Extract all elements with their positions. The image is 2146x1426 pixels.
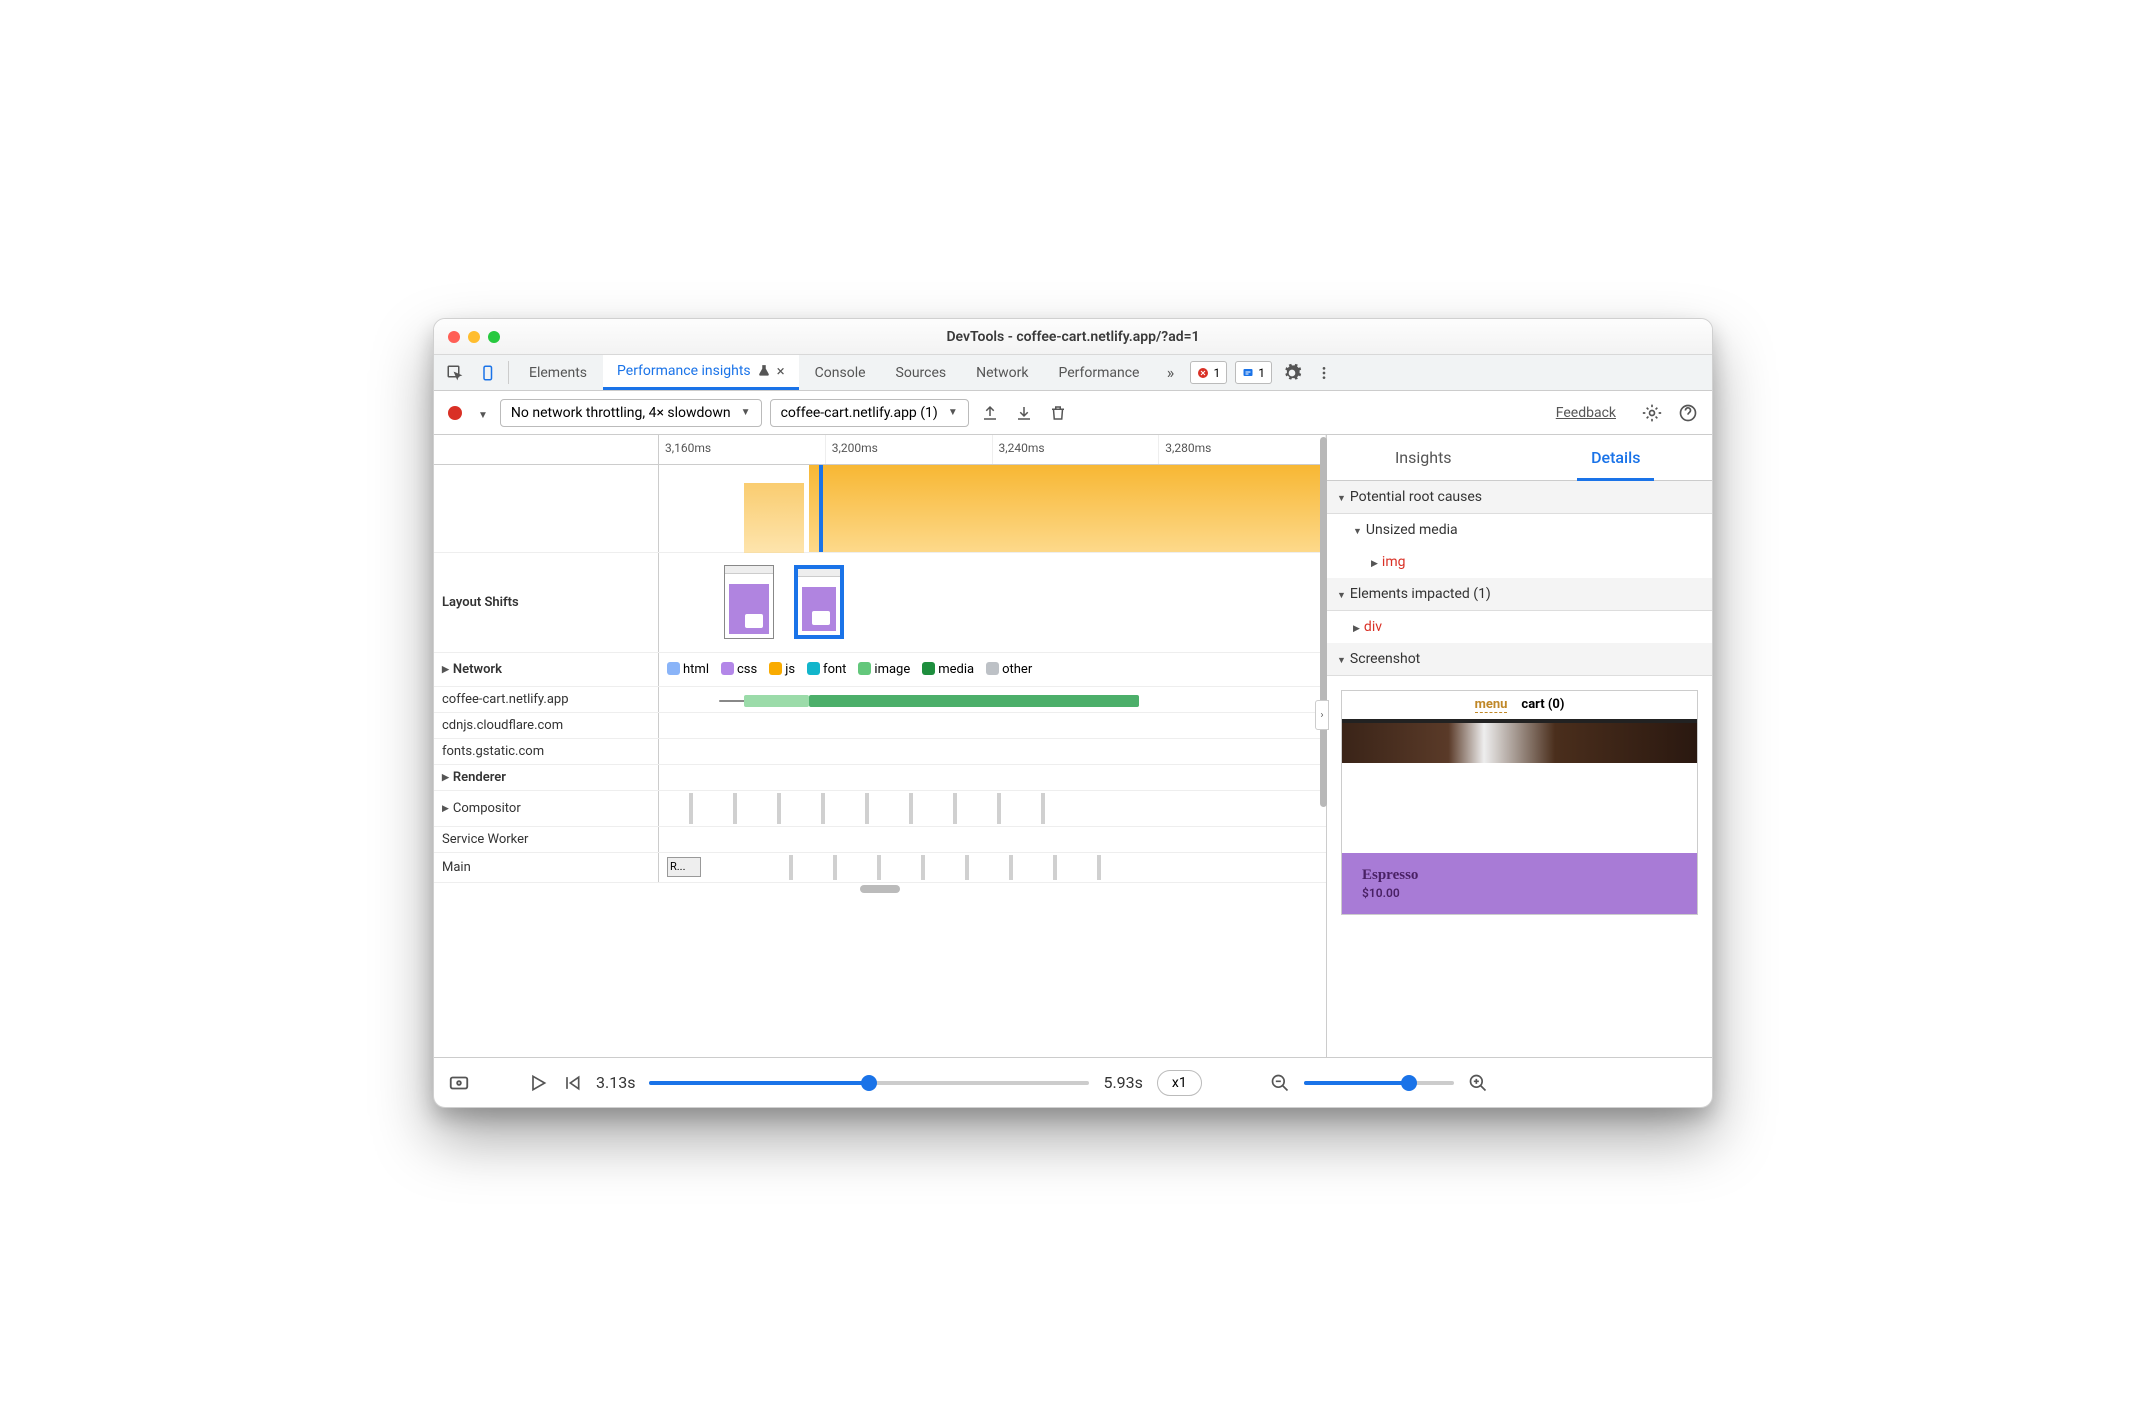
insights-toolbar: ▼ No network throttling, 4× slowdown▼ co… — [434, 391, 1712, 435]
record-button[interactable] — [448, 406, 462, 420]
compositor-row: ▶Compositor — [434, 791, 1326, 827]
window-title: DevTools - coffee-cart.netlify.app/?ad=1 — [434, 329, 1712, 345]
net-request[interactable] — [744, 695, 809, 707]
playback-slider[interactable] — [649, 1081, 1089, 1085]
record-options-dropdown[interactable]: ▼ — [474, 399, 492, 426]
site-dropdown[interactable]: coffee-cart.netlify.app (1)▼ — [770, 399, 969, 427]
help-icon[interactable] — [1674, 399, 1702, 427]
layout-shift-thumb[interactable] — [724, 565, 774, 639]
tab-network[interactable]: Network — [962, 355, 1042, 390]
section-screenshot[interactable]: ▼Screenshot — [1327, 643, 1712, 676]
zoom-slider[interactable] — [1304, 1081, 1454, 1085]
close-tab-icon[interactable]: × — [777, 362, 785, 380]
main-thread-row: Main R... — [434, 853, 1326, 883]
device-toggle-icon[interactable] — [472, 355, 502, 390]
feedback-link[interactable]: Feedback — [1556, 405, 1616, 421]
main-activity-row — [434, 465, 1326, 553]
section-unsized-media[interactable]: ▼Unsized media — [1327, 514, 1712, 546]
tab-performance-insights[interactable]: Performance insights × — [603, 355, 799, 390]
element-div[interactable]: ▶div — [1327, 611, 1712, 643]
service-worker-row: Service Worker — [434, 827, 1326, 853]
h-scrollbar[interactable] — [860, 885, 900, 893]
network-host-row[interactable]: fonts.gstatic.com — [434, 739, 1326, 765]
layout-shifts-row: Layout Shifts — [434, 553, 1326, 653]
playback-footer: 3.13s 5.93s x1 — [434, 1057, 1712, 1107]
zoom-out-icon[interactable] — [1270, 1073, 1290, 1093]
activity-block[interactable] — [744, 483, 804, 553]
network-legend: html css js font image media other — [659, 653, 1326, 686]
ss-cart-link: cart (0) — [1521, 697, 1564, 713]
ruler-tick: 3,200ms — [826, 435, 993, 464]
titlebar: DevTools - coffee-cart.netlify.app/?ad=1 — [434, 319, 1712, 355]
time-ruler: 3,160ms 3,200ms 3,240ms 3,280ms — [434, 435, 1326, 465]
net-request[interactable] — [809, 695, 1139, 707]
ss-product-card: Espresso $10.00 — [1342, 853, 1697, 914]
playback-end-time: 5.93s — [1103, 1073, 1142, 1092]
settings-icon[interactable] — [1638, 399, 1666, 427]
playback-start-time: 3.13s — [596, 1073, 635, 1092]
renderer-label[interactable]: ▶Renderer — [434, 765, 659, 790]
ss-menu-link: menu — [1475, 697, 1508, 713]
timeline-pane: 3,160ms 3,200ms 3,240ms 3,280ms Layout S… — [434, 435, 1327, 1057]
tab-console[interactable]: Console — [801, 355, 880, 390]
tab-performance[interactable]: Performance — [1044, 355, 1153, 390]
ss-hero-image — [1342, 723, 1697, 763]
panel-tabs: Elements Performance insights × Console … — [434, 355, 1712, 391]
main-area: 3,160ms 3,200ms 3,240ms 3,280ms Layout S… — [434, 435, 1712, 1057]
kebab-icon[interactable] — [1309, 355, 1339, 390]
details-tabs: Insights Details — [1327, 435, 1712, 481]
skip-start-icon[interactable] — [562, 1073, 582, 1093]
ruler-tick: 3,160ms — [659, 435, 826, 464]
playback-speed[interactable]: x1 — [1157, 1070, 1202, 1096]
screenshot-preview: menu cart (0) Espresso $10.00 — [1327, 676, 1712, 1057]
layout-shift-thumb-selected[interactable] — [794, 565, 844, 639]
play-icon[interactable] — [528, 1073, 548, 1093]
import-icon[interactable] — [1011, 400, 1037, 426]
timeline-body: Layout Shifts ▶Network html css js font … — [434, 465, 1326, 1057]
network-label[interactable]: ▶Network — [434, 653, 659, 686]
ss-product-name: Espresso — [1362, 867, 1677, 884]
section-root-causes[interactable]: ▼Potential root causes — [1327, 481, 1712, 514]
more-tabs-icon[interactable]: » — [1155, 355, 1185, 390]
details-pane: › Insights Details ▼Potential root cause… — [1327, 435, 1712, 1057]
tab-elements[interactable]: Elements — [515, 355, 601, 390]
layout-shifts-label: Layout Shifts — [434, 553, 659, 652]
ruler-tick: 3,240ms — [993, 435, 1160, 464]
experiment-icon — [757, 364, 771, 378]
throttle-dropdown[interactable]: No network throttling, 4× slowdown▼ — [500, 399, 762, 427]
export-icon[interactable] — [977, 400, 1003, 426]
preview-icon[interactable] — [448, 1072, 470, 1094]
delete-icon[interactable] — [1045, 400, 1071, 426]
network-host-row[interactable]: coffee-cart.netlify.app — [434, 687, 1326, 713]
gear-icon[interactable] — [1277, 355, 1307, 390]
devtools-window: DevTools - coffee-cart.netlify.app/?ad=1… — [433, 318, 1713, 1108]
playhead[interactable] — [819, 465, 823, 552]
activity-block[interactable] — [809, 465, 1326, 552]
error-badge[interactable]: 1 — [1190, 361, 1227, 384]
renderer-header-row: ▶Renderer — [434, 765, 1326, 791]
tab-details[interactable]: Details — [1520, 435, 1713, 480]
tab-insights[interactable]: Insights — [1327, 435, 1520, 480]
ss-product-price: $10.00 — [1362, 886, 1677, 900]
issues-badge[interactable]: 1 — [1235, 361, 1272, 384]
element-img[interactable]: ▶img — [1327, 546, 1712, 578]
network-host-row[interactable]: cdnjs.cloudflare.com — [434, 713, 1326, 739]
tab-sources[interactable]: Sources — [882, 355, 961, 390]
network-header-row: ▶Network html css js font image media ot… — [434, 653, 1326, 687]
zoom-in-icon[interactable] — [1468, 1073, 1488, 1093]
inspect-icon[interactable] — [440, 355, 470, 390]
collapse-details-icon[interactable]: › — [1315, 700, 1329, 730]
section-elements-impacted[interactable]: ▼Elements impacted (1) — [1327, 578, 1712, 611]
ruler-tick: 3,280ms — [1159, 435, 1326, 464]
